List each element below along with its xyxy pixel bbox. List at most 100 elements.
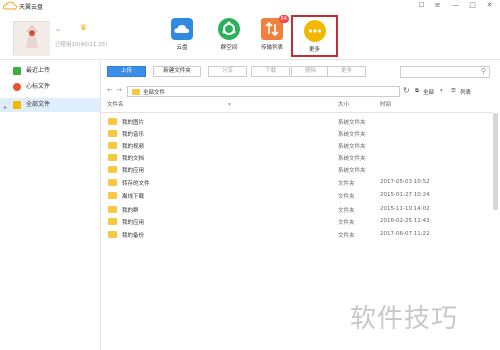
nav-label: 云盘 bbox=[176, 45, 188, 51]
file-time: 2015-01-27 10:24 bbox=[380, 192, 430, 198]
column-header-time[interactable]: 时间 bbox=[380, 99, 391, 112]
nav-transfer-list[interactable]: 64 传输列表 bbox=[250, 15, 294, 57]
transfer-icon: 64 bbox=[261, 15, 289, 40]
nav-group-space[interactable]: 群空间 bbox=[207, 15, 251, 57]
file-size: 文件夹 bbox=[338, 220, 355, 226]
sidebar-item-label: 最近上传 bbox=[26, 67, 51, 74]
user-name: ≈ bbox=[55, 26, 61, 34]
chevron-down-icon[interactable]: ▾ bbox=[440, 88, 443, 94]
avatar[interactable] bbox=[13, 21, 50, 56]
column-header-size[interactable]: 大小 bbox=[338, 99, 349, 112]
file-time: 2017-06-07 11:22 bbox=[380, 231, 430, 237]
search-icon[interactable]: ⚲ bbox=[481, 67, 486, 75]
file-size: 文件夹 bbox=[338, 208, 355, 214]
more-button[interactable]: 更多 bbox=[327, 66, 366, 77]
nav-label: 传输列表 bbox=[260, 45, 283, 51]
table-row[interactable]: 我的视频 系统文件夹 bbox=[101, 140, 493, 152]
column-header-name[interactable]: 文件名 bbox=[107, 99, 124, 112]
forward-icon[interactable]: → bbox=[116, 86, 122, 94]
menu-icon[interactable]: ≡ bbox=[433, 1, 442, 10]
file-size: 文件夹 bbox=[338, 194, 355, 200]
folder-icon bbox=[108, 179, 117, 186]
table-row[interactable]: 我的文档 系统文件夹 bbox=[101, 152, 493, 164]
select-all-icon[interactable]: ⧉ bbox=[415, 88, 419, 95]
table-row[interactable]: 我的音乐 系统文件夹 bbox=[101, 128, 493, 140]
table-row[interactable]: 我的图片 系统文件夹 bbox=[101, 116, 493, 128]
nav-cloud-disk[interactable]: 云盘 bbox=[160, 15, 204, 57]
toolbar: 上传 新建文件夹 分享 下载 删除 更多 ⚲ bbox=[101, 61, 500, 83]
folder-icon bbox=[108, 218, 117, 225]
title-bar: 天翼云盘 ☐ ≡ — □ ✕ bbox=[0, 0, 500, 12]
file-time: 2017-05-03 10:52 bbox=[380, 179, 430, 185]
folder-icon bbox=[108, 206, 117, 213]
avatar-image-icon bbox=[14, 22, 50, 56]
download-button[interactable]: 下载 bbox=[251, 66, 290, 77]
header: ≈ ♛ 已使用20(40/11.25) 云盘 群空间 64 传输列表 更多 bbox=[0, 12, 500, 60]
minimize-button[interactable]: — bbox=[451, 1, 460, 10]
sidebar: 最近上传 心标文件 ▸ 全部文件 bbox=[0, 61, 101, 350]
file-name: 我的视频 bbox=[122, 144, 145, 150]
sidebar-item-starred[interactable]: 心标文件 bbox=[0, 80, 100, 94]
back-icon[interactable]: ← bbox=[107, 86, 113, 94]
file-size: 文件夹 bbox=[338, 233, 355, 239]
more-icon bbox=[303, 20, 326, 42]
sidebar-item-all-files[interactable]: ▸ 全部文件 bbox=[0, 98, 100, 112]
table-row[interactable]: 我的备份 文件夹 2017-06-07 11:22 bbox=[101, 229, 493, 241]
folder-icon bbox=[108, 166, 117, 173]
folder-icon bbox=[108, 142, 117, 149]
folder-icon bbox=[108, 154, 117, 161]
storage-usage: 已使用20(40/11.25) bbox=[55, 42, 108, 48]
file-name: 我的应用 bbox=[122, 168, 145, 174]
table-row[interactable]: 转存的文件 文件夹 2017-05-03 10:52 bbox=[101, 177, 493, 189]
expand-arrow-icon: ▸ bbox=[4, 104, 8, 111]
file-time: 2016-02-25 11:43 bbox=[380, 218, 430, 224]
file-name: 我的备份 bbox=[122, 233, 145, 239]
group-icon bbox=[218, 18, 240, 40]
search-input[interactable]: ⚲ bbox=[400, 66, 490, 78]
nav-more[interactable]: 更多 bbox=[291, 15, 338, 57]
close-button[interactable]: ✕ bbox=[485, 1, 494, 10]
delete-button[interactable]: 删除 bbox=[291, 66, 330, 77]
watermark: 软件技巧 bbox=[350, 304, 459, 334]
vip-crown-icon: ♛ bbox=[80, 23, 88, 32]
breadcrumb[interactable]: 全部文件 bbox=[127, 86, 400, 97]
new-folder-button[interactable]: 新建文件夹 bbox=[153, 66, 201, 77]
folder-icon bbox=[108, 118, 117, 125]
scrollbar[interactable] bbox=[493, 113, 498, 210]
cloud-logo-icon bbox=[3, 1, 17, 10]
path-bar: ← → 全部文件 ↻ ⧉ 全部 ▾ ☰ 列表 bbox=[101, 84, 500, 98]
app-title: 天翼云盘 bbox=[19, 4, 44, 11]
file-name: 离线下载 bbox=[122, 194, 145, 200]
folder-icon bbox=[108, 130, 117, 137]
file-size: 文件夹 bbox=[338, 181, 355, 187]
sort-icon[interactable]: ▾ bbox=[228, 99, 231, 112]
sidebar-item-label: 心标文件 bbox=[26, 83, 51, 90]
heart-icon bbox=[13, 83, 21, 91]
header-divider bbox=[101, 112, 493, 113]
select-all-label[interactable]: 全部 bbox=[423, 88, 434, 96]
table-row[interactable]: 我的应用 系统文件夹 bbox=[101, 164, 493, 176]
skin-icon[interactable]: ☐ bbox=[417, 1, 426, 10]
folder-icon bbox=[108, 192, 117, 199]
folder-icon bbox=[13, 101, 21, 109]
file-size: 系统文件夹 bbox=[338, 120, 366, 126]
file-time: 2015-11-10 14:02 bbox=[380, 206, 430, 212]
table-row[interactable]: 我的群 文件夹 2015-11-10 14:02 bbox=[101, 204, 493, 216]
share-button[interactable]: 分享 bbox=[208, 66, 247, 77]
file-size: 系统文件夹 bbox=[338, 132, 366, 138]
sidebar-item-recent-uploads[interactable]: 最近上传 bbox=[0, 64, 100, 78]
table-row[interactable]: 我的应用 文件夹 2016-02-25 11:43 bbox=[101, 216, 493, 228]
file-name: 我的文档 bbox=[122, 156, 145, 162]
recent-upload-icon bbox=[13, 67, 21, 75]
file-name: 我的音乐 bbox=[122, 132, 145, 138]
list-view-icon[interactable]: ☰ bbox=[451, 88, 456, 94]
refresh-icon[interactable]: ↻ bbox=[403, 86, 410, 95]
cloud-icon bbox=[171, 18, 193, 40]
table-row[interactable]: 离线下载 文件夹 2015-01-27 10:24 bbox=[101, 190, 493, 202]
upload-button[interactable]: 上传 bbox=[107, 66, 146, 77]
list-view-label[interactable]: 列表 bbox=[460, 88, 471, 96]
maximize-button[interactable]: □ bbox=[468, 1, 477, 10]
folder-icon bbox=[108, 231, 117, 238]
file-size: 系统文件夹 bbox=[338, 168, 366, 174]
folder-icon bbox=[132, 89, 140, 95]
